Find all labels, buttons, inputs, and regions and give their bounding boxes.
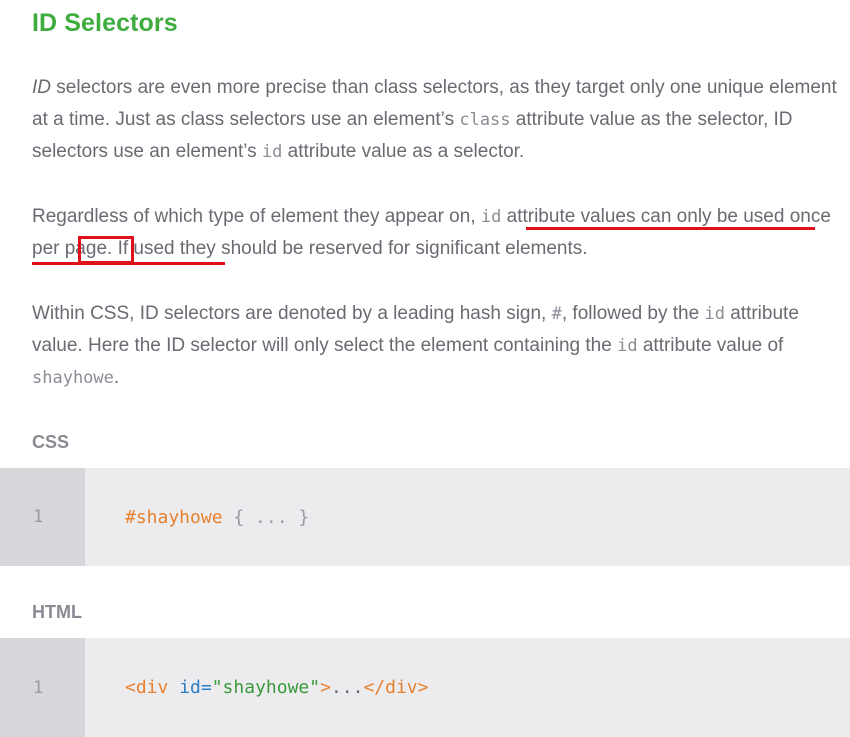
- code-block-html: 1 <div id= "shayhowe" >... </div>: [0, 638, 850, 737]
- annotation-underline-1: [526, 227, 815, 230]
- paragraph-text: Within CSS, ID selectors are denoted by …: [32, 303, 552, 324]
- code-label-html: HTML: [32, 602, 82, 622]
- paragraph-text: Regardless of which type of element they…: [32, 206, 481, 227]
- code-body: { ... }: [222, 506, 310, 528]
- paragraph-uniqueness: Regardless of which type of element they…: [32, 201, 844, 265]
- paragraph-id-selectors-intro: ID selectors are even more precise than …: [32, 72, 844, 168]
- code-tag-open: <div: [125, 677, 169, 698]
- code-block-css: 1 #shayhowe { ... }: [0, 468, 850, 566]
- code-attr-value: "shayhowe": [211, 677, 321, 698]
- inline-code-value: shayhowe: [32, 368, 114, 388]
- annotation-box-once: [78, 236, 134, 264]
- code-line: <div id= "shayhowe" >... </div>: [85, 638, 428, 737]
- paragraph-text: attribute value as a selector.: [282, 141, 525, 162]
- paragraph-hash-sign: Within CSS, ID selectors are denoted by …: [32, 298, 844, 394]
- inline-code-id: id: [704, 304, 725, 324]
- emphasis-id: ID: [32, 77, 51, 98]
- line-number: 1: [0, 468, 85, 566]
- code-selector: #shayhowe: [125, 506, 223, 528]
- inline-code-id: id: [617, 336, 638, 356]
- code-line: #shayhowe { ... }: [85, 468, 309, 566]
- code-tag-close: >: [320, 677, 331, 698]
- section-title: ID Selectors: [32, 9, 178, 37]
- code-label-css: CSS: [32, 432, 70, 452]
- inline-code-id: id: [480, 207, 502, 227]
- line-number: 1: [0, 638, 85, 737]
- code-attr-name: id=: [168, 677, 212, 698]
- code-inner-text: ...: [330, 677, 364, 698]
- inline-code-id: id: [261, 142, 283, 162]
- paragraph-text: , followed by the: [561, 303, 705, 324]
- inline-code-hash: #: [551, 304, 562, 324]
- paragraph-text: .: [113, 367, 120, 388]
- paragraph-text: attribute value of: [637, 335, 784, 356]
- code-tag-end: </div>: [363, 677, 429, 698]
- inline-code-class: class: [459, 110, 511, 130]
